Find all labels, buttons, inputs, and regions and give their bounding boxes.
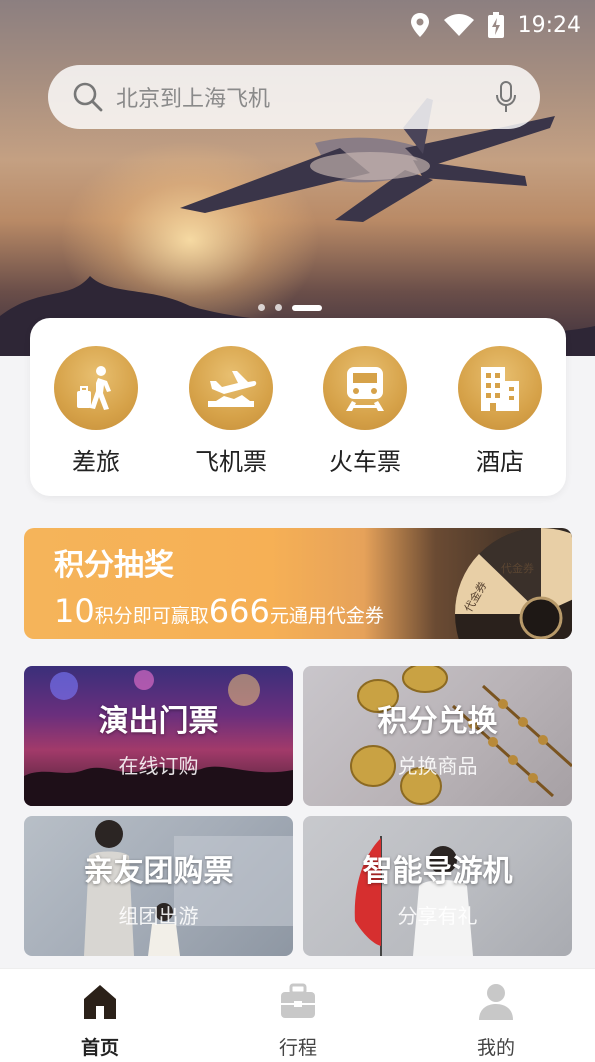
category-label: 飞机票: [195, 448, 267, 476]
category-label: 酒店: [476, 448, 524, 476]
tile-points-exchange[interactable]: 积分兑换 兑换商品: [303, 666, 572, 806]
tab-mine[interactable]: 我的: [436, 981, 556, 1060]
prize-wheel-image: 代金券 代金券 代金券: [454, 528, 572, 639]
search-placeholder[interactable]: 北京到上海飞机: [116, 81, 494, 113]
tile-subtitle: 在线订购: [118, 754, 199, 778]
lottery-prize-amount: 666: [208, 592, 270, 630]
building-icon: [458, 346, 542, 430]
carousel-dot-active[interactable]: [292, 304, 322, 311]
category-label: 差旅: [72, 448, 120, 476]
tile-title: 智能导游机: [362, 854, 513, 889]
tile-subtitle: 分享有礼: [397, 904, 478, 928]
battery-icon: [487, 12, 504, 38]
tab-itinerary[interactable]: 行程: [238, 981, 358, 1060]
person-icon: [479, 984, 513, 1020]
tile-subtitle: 组团出游: [118, 904, 199, 928]
tab-home[interactable]: 首页: [40, 981, 160, 1060]
hero-banner[interactable]: 19:24 北京到上海飞机: [0, 0, 595, 356]
plane-icon: [189, 346, 273, 430]
carousel-dot[interactable]: [258, 304, 265, 311]
tab-label: 行程: [278, 1037, 317, 1059]
category-business-travel[interactable]: 差旅: [46, 346, 146, 477]
carousel-indicator: [258, 304, 322, 311]
category-label: 火车票: [329, 448, 401, 476]
traveler-icon: [54, 346, 138, 430]
category-hotel[interactable]: 酒店: [450, 346, 550, 477]
tab-label: 首页: [80, 1037, 119, 1059]
microphone-icon[interactable]: [494, 81, 518, 113]
train-icon: [323, 346, 407, 430]
tile-title: 积分兑换: [377, 704, 498, 739]
carousel-dot[interactable]: [275, 304, 282, 311]
status-bar: 19:24: [410, 10, 581, 40]
search-icon: [73, 82, 103, 112]
wheel-segment-label: 代金券: [501, 561, 534, 575]
home-icon: [84, 985, 116, 1019]
lottery-title: 积分抽奖: [54, 548, 174, 583]
lottery-points-required: 10: [54, 592, 95, 630]
search-bar[interactable]: 北京到上海飞机: [48, 65, 540, 129]
category-train-tickets[interactable]: 火车票: [315, 346, 415, 477]
tab-label: 我的: [476, 1037, 515, 1059]
lottery-text: 积分即可赢取: [94, 605, 209, 627]
points-lottery-banner[interactable]: 代金券 代金券 代金券 积分抽奖 10积分即可赢取666元通用代金券: [24, 528, 572, 639]
wifi-icon: [443, 14, 474, 36]
tile-title: 演出门票: [98, 704, 219, 739]
bottom-tab-bar: 首页 行程 我的: [0, 968, 595, 1062]
tile-show-tickets[interactable]: 演出门票 在线订购: [24, 666, 293, 806]
tile-group-tickets[interactable]: 亲友团购票 组团出游: [24, 816, 293, 956]
tile-subtitle: 兑换商品: [397, 754, 478, 778]
category-flight-tickets[interactable]: 飞机票: [181, 346, 281, 477]
tile-smart-guide[interactable]: 智能导游机 分享有礼: [303, 816, 572, 956]
category-card: 差旅 飞机票 火车票 酒店: [30, 318, 566, 496]
tile-title: 亲友团购票: [83, 854, 234, 889]
lottery-subtitle: 10积分即可赢取666元通用代金券: [54, 592, 384, 630]
lottery-text: 元通用代金券: [269, 605, 384, 627]
location-icon: [410, 13, 429, 37]
briefcase-icon: [281, 983, 315, 1018]
clock: 19:24: [517, 12, 581, 38]
